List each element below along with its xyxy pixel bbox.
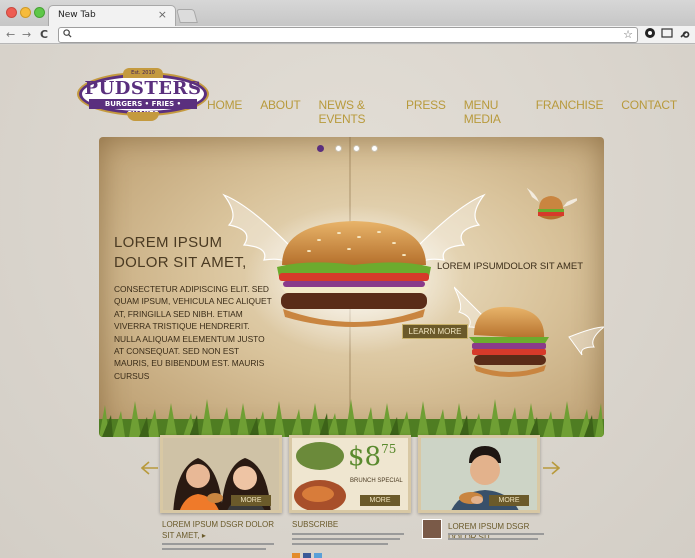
logo-tagline: BURGERS • FRIES • SHAKES	[89, 99, 197, 118]
nav-menu-media[interactable]: MENU MEDIA	[464, 98, 518, 126]
new-tab-button[interactable]	[176, 9, 198, 23]
learn-more-button[interactable]: LEARN MORE	[402, 324, 468, 339]
search-icon	[63, 29, 72, 42]
browser-toolbar: ← → C ☆	[0, 26, 695, 44]
nav-press[interactable]: PRESS	[406, 98, 446, 126]
nav-about[interactable]: ABOUT	[260, 98, 301, 126]
hero-slider: LOREM IPSUM DOLOR SIT AMET, CONSECTETUR …	[99, 137, 604, 437]
social-icon[interactable]	[292, 553, 300, 558]
nav-contact[interactable]: CONTACT	[621, 98, 677, 126]
promo-card-friends[interactable]: MORE	[160, 435, 282, 513]
price-main: $8	[348, 442, 382, 472]
maximize-window-button[interactable]	[34, 7, 45, 18]
nav-franchise[interactable]: FRANCHISE	[536, 98, 604, 126]
address-input[interactable]	[75, 29, 615, 41]
subscribe-text-lines	[292, 533, 410, 548]
hero-title: LOREM IPSUM DOLOR SIT AMET,	[114, 234, 247, 271]
social-icon[interactable]	[303, 553, 311, 558]
small-flying-burger-image	[527, 188, 577, 220]
browser-tab[interactable]: New Tab ×	[48, 5, 176, 26]
price-cents: 75	[381, 442, 397, 456]
slider-dot[interactable]	[317, 145, 324, 152]
main-nav: HOME ABOUT NEWS & EVENTS PRESS MENU MEDI…	[207, 98, 695, 126]
medium-winged-burger-image	[454, 286, 604, 377]
more-button[interactable]: MORE	[231, 495, 271, 506]
back-icon[interactable]: ←	[6, 27, 15, 43]
wrench-icon[interactable]	[679, 27, 691, 44]
more-button[interactable]: MORE	[360, 495, 400, 506]
pudsters-logo[interactable]: Est. 2010 PUDSTERS BURGERS • FRIES • SHA…	[79, 68, 207, 121]
social-icon[interactable]	[314, 553, 322, 558]
left-column-title[interactable]: LOREM IPSUM DSGR DOLOR SIT AMET, ▸	[162, 519, 282, 541]
reload-icon[interactable]: C	[40, 27, 48, 43]
social-icons	[292, 553, 322, 558]
hero-caption: LOREM IPSUMDOLOR SIT AMET	[437, 261, 584, 272]
carousel-prev-arrow[interactable]	[140, 460, 159, 479]
tab-title: New Tab	[58, 10, 96, 20]
promo-card-man[interactable]: MORE	[418, 435, 540, 513]
page-menu-icon[interactable]	[661, 27, 673, 44]
brunch-special-label: BRUNCH SPECIAL	[350, 478, 403, 484]
address-bar[interactable]: ☆	[58, 27, 638, 43]
carousel-next-arrow[interactable]	[542, 460, 561, 479]
slider-dot[interactable]	[353, 145, 360, 152]
slider-dot[interactable]	[335, 145, 342, 152]
browser-tabbar: New Tab ×	[0, 0, 695, 26]
logo-name: PUDSTERS	[84, 78, 202, 99]
right-column-text-lines	[448, 533, 548, 543]
webpage: Est. 2010 PUDSTERS BURGERS • FRIES • SHA…	[0, 45, 695, 558]
extension-icon[interactable]	[644, 27, 656, 44]
grass-decoration	[99, 399, 604, 437]
logo-ribbon	[127, 112, 159, 121]
slider-dots	[317, 145, 378, 152]
promo-card-brunch[interactable]: $875 BRUNCH SPECIAL MORE	[289, 435, 411, 513]
hero-body: CONSECTETUR ADIPISCING ELIT. SED QUAM IP…	[114, 284, 272, 381]
forward-icon[interactable]: →	[22, 27, 31, 43]
news-thumb[interactable]	[422, 519, 442, 539]
slider-dot[interactable]	[371, 145, 378, 152]
more-button[interactable]: MORE	[489, 495, 529, 506]
price-label: $875	[348, 442, 396, 472]
left-column-text-lines	[162, 543, 280, 553]
close-window-button[interactable]	[6, 7, 17, 18]
nav-news-events[interactable]: NEWS & EVENTS	[319, 98, 389, 126]
minimize-window-button[interactable]	[20, 7, 31, 18]
tab-close-icon[interactable]: ×	[158, 8, 167, 21]
subscribe-title[interactable]: SUBSCRIBE	[292, 519, 412, 530]
logo-est: Est. 2010	[123, 68, 163, 78]
nav-home[interactable]: HOME	[207, 98, 242, 126]
bookmark-star-icon[interactable]: ☆	[623, 28, 633, 42]
